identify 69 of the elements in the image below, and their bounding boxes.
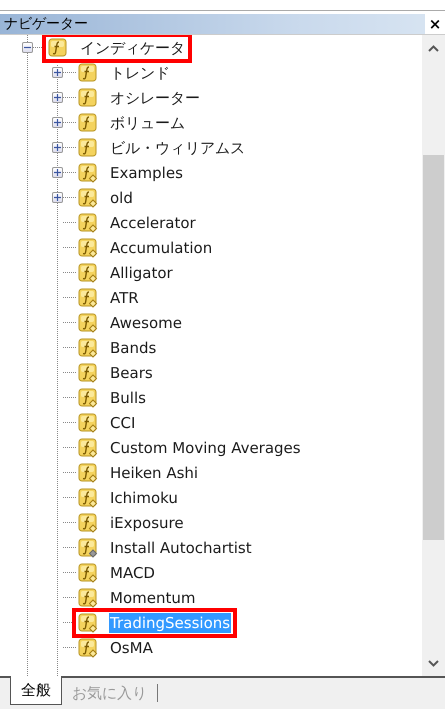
plus-icon bbox=[54, 169, 61, 176]
panel-title: ナビゲーター bbox=[0, 14, 425, 34]
plus-icon bbox=[54, 144, 61, 151]
function-icon bbox=[78, 312, 98, 332]
minus-icon bbox=[24, 44, 31, 51]
function-icon bbox=[78, 438, 98, 458]
close-button[interactable]: × bbox=[425, 15, 445, 33]
function-icon bbox=[78, 388, 98, 408]
expand-button[interactable] bbox=[52, 92, 63, 103]
tree-item[interactable]: ビル・ウィリアムス bbox=[109, 138, 246, 158]
tree-item[interactable]: トレンド bbox=[109, 62, 171, 82]
tree-item[interactable]: old bbox=[109, 188, 134, 208]
function-icon bbox=[78, 538, 98, 558]
tree-item[interactable]: オシレーター bbox=[109, 88, 201, 108]
tree-item[interactable]: CCI bbox=[109, 412, 136, 432]
function-icon bbox=[78, 362, 98, 382]
function-icon bbox=[78, 512, 98, 532]
tree-item[interactable]: Awesome bbox=[109, 312, 183, 332]
function-icon bbox=[78, 288, 98, 308]
tree-item[interactable]: Accumulation bbox=[109, 238, 214, 258]
function-icon bbox=[78, 212, 98, 232]
function-icon bbox=[78, 612, 98, 632]
tree-item[interactable]: Accelerator bbox=[109, 212, 197, 232]
tree-item[interactable]: iExposure bbox=[109, 512, 185, 532]
tree-item[interactable]: Momentum bbox=[109, 588, 196, 608]
function-icon bbox=[78, 188, 98, 208]
function-icon bbox=[48, 38, 68, 58]
function-icon bbox=[78, 112, 98, 132]
function-icon bbox=[78, 62, 98, 82]
tree-item[interactable]: Bulls bbox=[109, 388, 147, 408]
plus-icon bbox=[54, 94, 61, 101]
tree-item[interactable]: Heiken Ashi bbox=[109, 462, 200, 482]
function-icon bbox=[78, 238, 98, 258]
function-icon bbox=[78, 338, 98, 358]
tree-item[interactable]: Bears bbox=[109, 362, 154, 382]
expand-button[interactable] bbox=[52, 192, 63, 203]
tree-item[interactable]: Alligator bbox=[109, 262, 174, 282]
tree-item[interactable]: Custom Moving Averages bbox=[109, 438, 302, 458]
tree-item[interactable]: Ichimoku bbox=[109, 488, 179, 508]
function-icon bbox=[78, 88, 98, 108]
tree-item[interactable]: インディケータ bbox=[79, 38, 186, 58]
tab[interactable]: 全般 bbox=[10, 676, 62, 705]
function-icon bbox=[78, 162, 98, 182]
tree-item[interactable]: Install Autochartist bbox=[109, 538, 253, 558]
collapse-button[interactable] bbox=[22, 42, 33, 53]
tree-item[interactable]: ボリューム bbox=[109, 112, 186, 132]
expand-button[interactable] bbox=[52, 67, 63, 78]
function-icon bbox=[78, 638, 98, 658]
plus-icon bbox=[54, 194, 61, 201]
function-icon bbox=[78, 562, 98, 582]
tree-item[interactable]: Examples bbox=[109, 162, 184, 182]
tree-item[interactable]: ATR bbox=[109, 288, 140, 308]
expand-button[interactable] bbox=[52, 117, 63, 128]
tree-item[interactable]: MACD bbox=[109, 562, 156, 582]
scrollbar[interactable] bbox=[422, 35, 445, 676]
expand-button[interactable] bbox=[52, 142, 63, 153]
function-icon bbox=[78, 488, 98, 508]
function-icon bbox=[78, 462, 98, 482]
tree-item[interactable]: Bands bbox=[109, 338, 158, 358]
function-icon bbox=[78, 262, 98, 282]
function-icon bbox=[78, 588, 98, 608]
function-icon bbox=[78, 138, 98, 158]
expand-button[interactable] bbox=[52, 167, 63, 178]
scroll-up-icon[interactable] bbox=[428, 44, 439, 52]
plus-icon bbox=[54, 69, 61, 76]
tree-item[interactable]: OsMA bbox=[109, 638, 154, 658]
scroll-down-icon[interactable] bbox=[428, 660, 439, 666]
function-icon bbox=[78, 412, 98, 432]
plus-icon bbox=[54, 119, 61, 126]
